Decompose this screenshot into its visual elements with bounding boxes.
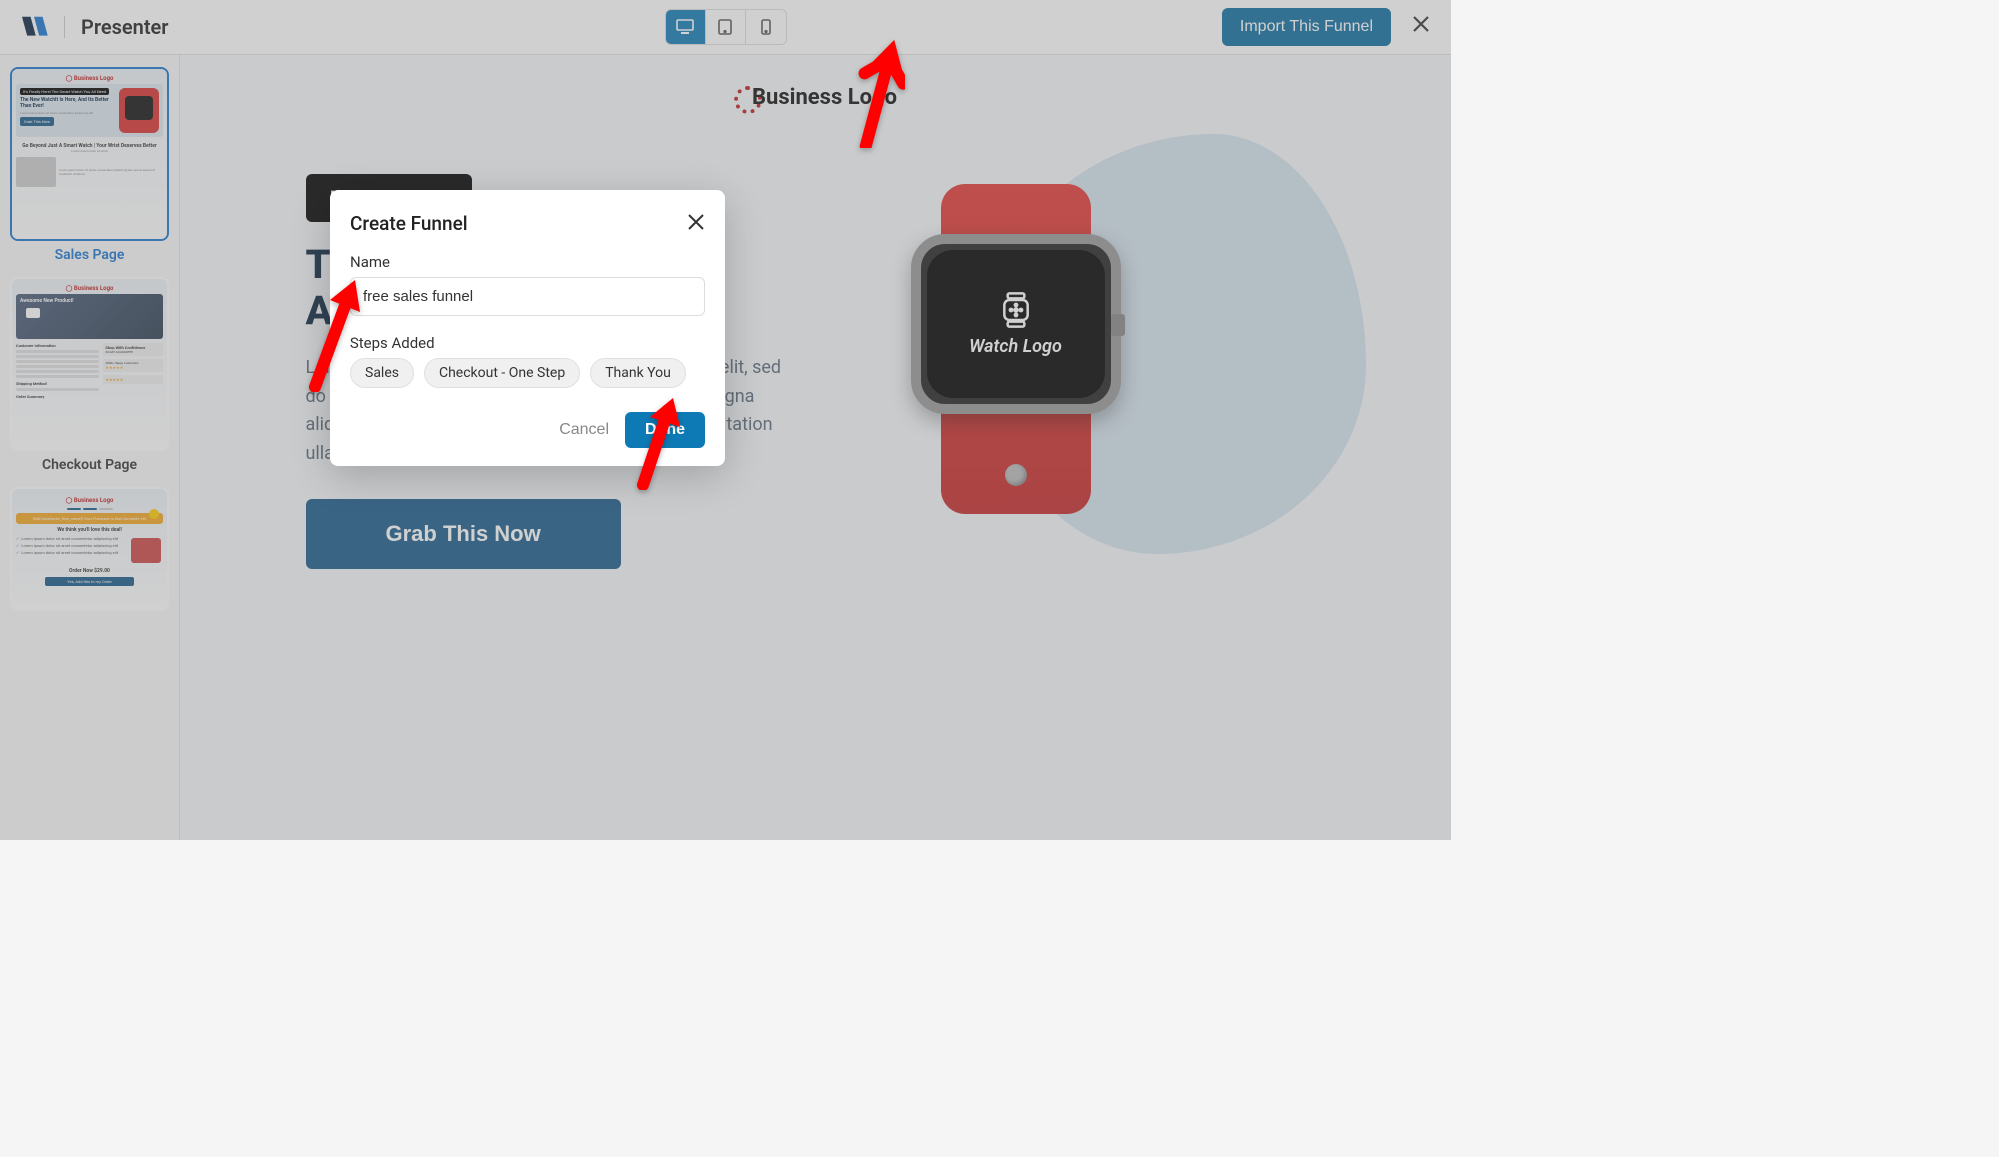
step-chip: Checkout - One Step: [424, 358, 580, 388]
close-icon: [687, 213, 705, 231]
steps-label: StSteps Added: [350, 334, 705, 352]
modal-close-button[interactable]: [687, 213, 705, 234]
annotation-arrow-icon: [855, 38, 905, 152]
funnel-name-input[interactable]: [350, 277, 705, 316]
name-field-label: Name: [350, 253, 705, 271]
annotation-arrow-icon: [628, 395, 683, 494]
annotation-arrow-icon: [300, 272, 370, 396]
modal-overlay: [0, 0, 1451, 840]
steps-chip-list: Sales Checkout - One Step Thank You: [350, 358, 705, 388]
modal-title: Create Funnel: [350, 212, 468, 235]
cancel-button[interactable]: Cancel: [559, 421, 609, 439]
step-chip: Thank You: [590, 358, 686, 388]
